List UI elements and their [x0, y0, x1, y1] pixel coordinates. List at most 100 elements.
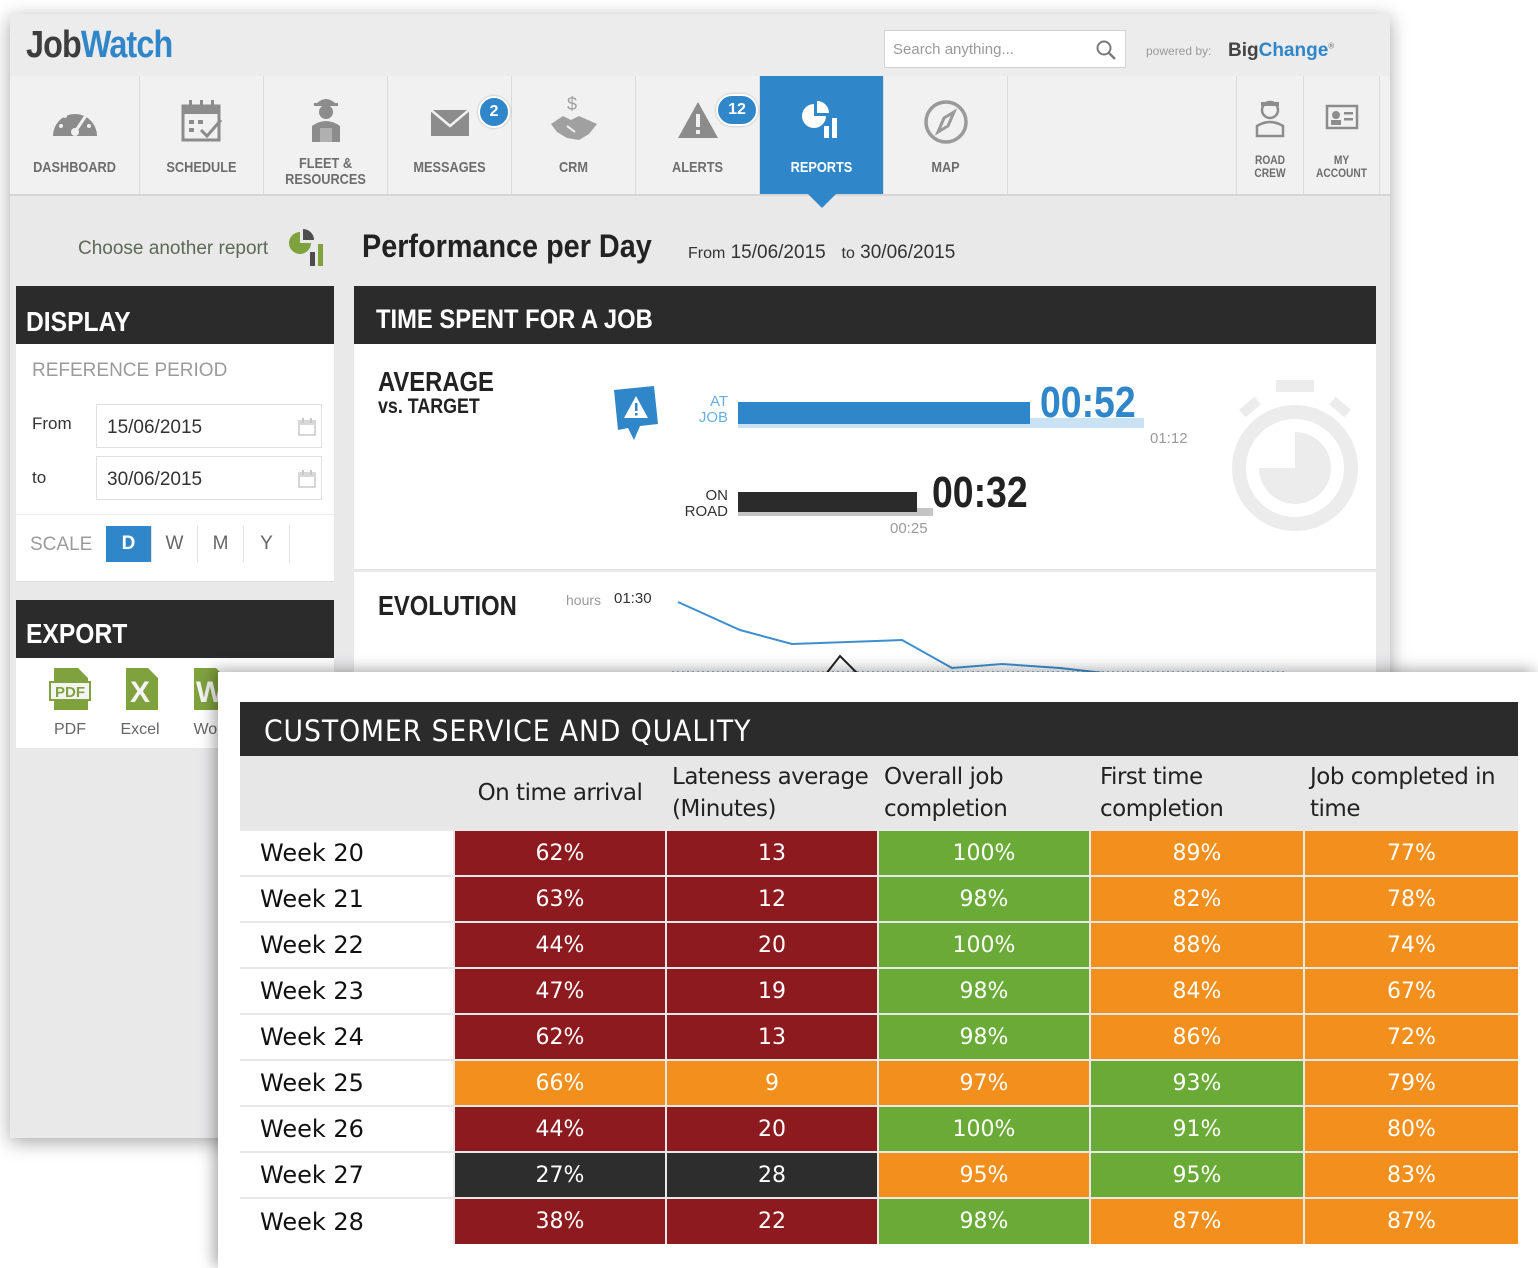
scale-year-button[interactable]: Y: [244, 526, 290, 562]
stopwatch-icon: [1230, 376, 1360, 537]
logo-part-watch: Watch: [80, 24, 173, 66]
cell-lateness-average: 19: [665, 967, 878, 1014]
csq-table-body: Week 20 62% 13 100% 89% 77% Week 21 63% 12 98% 82%…: [240, 829, 1518, 1244]
week-label: Week 28: [240, 1197, 454, 1244]
logo-part-job: Job: [26, 24, 82, 66]
cell-lateness-average: 13: [665, 829, 878, 876]
nav-item-map[interactable]: MAP: [884, 76, 1008, 194]
time-spent-heading-text: TIME SPENT FOR A JOB: [376, 304, 653, 334]
bigchange-logo: BigChange®: [1228, 40, 1335, 61]
powered-by-label: powered by:: [1146, 44, 1212, 58]
search-icon[interactable]: [1095, 39, 1117, 66]
table-row: Week 22 44% 20 100% 88% 74%: [240, 921, 1518, 968]
nav-label-my-account: MY ACCOUNT: [1316, 153, 1367, 180]
cell-on-time-arrival: 47%: [453, 967, 666, 1014]
cell-lateness-average: 28: [665, 1151, 878, 1198]
csq-heading: CUSTOMER SERVICE AND QUALITY: [240, 702, 1518, 756]
table-row: Week 24 62% 13 98% 86% 72%: [240, 1013, 1518, 1060]
evolution-title: EVOLUTION: [378, 590, 517, 621]
cell-first-time-completion: 89%: [1089, 829, 1304, 876]
cell-overall-job-completion: 100%: [877, 1105, 1090, 1152]
header-job-completed-in-time: Job completed in time: [1304, 756, 1518, 830]
at-job-target-value: 01:12: [1150, 430, 1188, 447]
calendar-icon: [179, 98, 225, 149]
nav-item-reports[interactable]: REPORTS: [760, 76, 884, 208]
report-chart-icon[interactable]: [288, 226, 332, 275]
driver-icon: [1253, 98, 1287, 143]
cell-job-completed-in-time: 78%: [1303, 875, 1518, 922]
nav-item-schedule[interactable]: SCHEDULE: [140, 76, 264, 194]
average-vs-target-title: AVERAGE vs. TARGET: [378, 368, 494, 418]
nav-label-crm: CRM: [558, 159, 589, 176]
display-panel-heading: DISPLAY: [16, 286, 334, 344]
report-date-range: From 15/06/2015 to 30/06/2015: [688, 242, 955, 264]
screenshot-stage: JobWatch powered by: BigChange® DASHBOAR…: [0, 0, 1538, 1268]
nav-item-messages[interactable]: 2 MESSAGES: [388, 76, 512, 194]
export-excel-button[interactable]: X Excel: [110, 666, 170, 739]
header-overall-job-completion: Overall job completion: [878, 756, 1090, 830]
nav-item-my-account[interactable]: MY ACCOUNT: [1304, 76, 1380, 194]
cell-on-time-arrival: 38%: [453, 1197, 666, 1244]
calendar-picker-icon[interactable]: [297, 417, 317, 442]
cell-lateness-average: 13: [665, 1013, 878, 1060]
handshake-icon: $: [549, 94, 599, 149]
cell-job-completed-in-time: 74%: [1303, 921, 1518, 968]
scale-label: SCALE: [30, 534, 93, 555]
calendar-picker-icon[interactable]: [297, 469, 317, 494]
nav-label-reports: REPORTS: [790, 159, 853, 176]
from-date-input[interactable]: [107, 417, 287, 439]
cell-overall-job-completion: 100%: [877, 829, 1090, 876]
cell-first-time-completion: 87%: [1089, 1197, 1304, 1244]
active-tab-pointer: [807, 194, 836, 208]
excel-glyph-text: X: [130, 676, 150, 709]
week-label: Week 25: [240, 1059, 454, 1106]
target-warning-icon[interactable]: [610, 384, 662, 451]
cell-overall-job-completion: 98%: [877, 967, 1090, 1014]
jobwatch-logo[interactable]: JobWatch: [26, 24, 173, 67]
warning-icon: [676, 98, 720, 147]
week-label: Week 20: [240, 829, 454, 876]
header-lateness-average: Lateness average (Minutes): [666, 756, 878, 830]
reference-period-label: REFERENCE PERIOD: [32, 360, 228, 381]
to-date-input[interactable]: [107, 469, 287, 491]
evolution-unit-label: hours: [566, 592, 602, 608]
average-title-line1: AVERAGE: [378, 366, 494, 397]
pdf-icon: PDF: [48, 668, 92, 716]
nav-label-road-crew: ROAD CREW: [1254, 153, 1286, 180]
nav-item-crm[interactable]: $ CRM: [512, 76, 636, 194]
nav-item-road-crew[interactable]: ROAD CREW: [1236, 76, 1304, 194]
search-input[interactable]: [893, 39, 1083, 59]
cell-first-time-completion: 91%: [1089, 1105, 1304, 1152]
nav-label-schedule: SCHEDULE: [166, 159, 237, 176]
table-header-row: On time arrival Lateness average (Minute…: [240, 756, 1518, 830]
main-nav: DASHBOARD SCHEDULE FLEET & RESOURCES 2 M…: [10, 76, 1390, 208]
week-label: Week 23: [240, 967, 454, 1014]
average-title-line2: vs. TARGET: [378, 395, 480, 418]
cell-on-time-arrival: 62%: [453, 1013, 666, 1060]
engineer-icon: [306, 92, 346, 149]
scale-week-button[interactable]: W: [152, 526, 198, 562]
scale-month-button[interactable]: M: [198, 526, 244, 562]
week-label: Week 26: [240, 1105, 454, 1152]
cell-job-completed-in-time: 79%: [1303, 1059, 1518, 1106]
header-on-time-arrival: On time arrival: [454, 756, 666, 830]
cell-on-time-arrival: 27%: [453, 1151, 666, 1198]
pie-chart-icon: [800, 98, 844, 147]
gauge-icon: [49, 98, 101, 149]
table-row: Week 23 47% 19 98% 84% 67%: [240, 967, 1518, 1014]
nav-item-fleet-resources[interactable]: FLEET & RESOURCES: [264, 76, 388, 194]
date-range-to: 30/06/2015: [860, 242, 956, 263]
scale-day-button[interactable]: D: [106, 526, 152, 562]
nav-item-alerts[interactable]: 12 ALERTS: [636, 76, 760, 194]
date-range-from: 15/06/2015: [730, 242, 826, 263]
choose-another-report-link[interactable]: Choose another report: [78, 238, 268, 260]
export-heading-text: EXPORT: [26, 618, 128, 649]
week-label: Week 24: [240, 1013, 454, 1060]
brand-part-change: Change: [1258, 40, 1329, 61]
nav-label-messages: MESSAGES: [413, 159, 486, 176]
week-label: Week 21: [240, 875, 454, 922]
export-pdf-button[interactable]: PDF PDF: [40, 666, 100, 739]
export-pdf-label: PDF: [54, 721, 86, 738]
nav-item-dashboard[interactable]: DASHBOARD: [10, 76, 140, 194]
date-range-from-label: From: [688, 245, 726, 262]
